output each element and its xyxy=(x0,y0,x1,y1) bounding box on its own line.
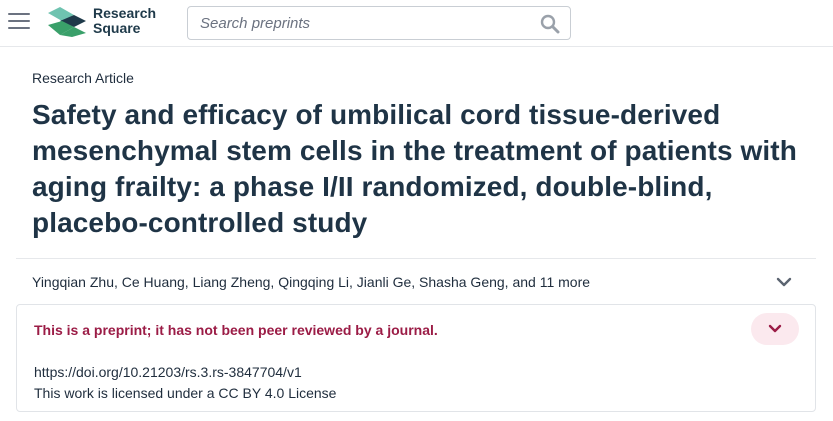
authors-bar[interactable]: Yingqian Zhu, Ce Huang, Liang Zheng, Qin… xyxy=(16,258,816,304)
chevron-down-icon xyxy=(768,324,782,333)
logo-text-line1: Research xyxy=(93,5,157,21)
logo-wordmark: Research Square xyxy=(93,6,156,36)
license-text: This work is licensed under a CC BY 4.0 … xyxy=(34,385,337,401)
logo-text-line2: Square xyxy=(93,20,141,36)
author-list: Yingqian Zhu, Ce Huang, Liang Zheng, Qin… xyxy=(32,274,591,290)
chevron-down-icon[interactable] xyxy=(774,272,794,292)
article-type-label: Research Article xyxy=(32,70,134,86)
search-box xyxy=(187,6,571,40)
top-navigation-bar: Research Square xyxy=(0,0,833,47)
article-title: Safety and efficacy of umbilical cord ti… xyxy=(32,99,797,238)
doi-link[interactable]: https://doi.org/10.21203/rs.3.rs-3847704… xyxy=(34,364,302,380)
logo-mark-icon xyxy=(48,7,86,37)
preprint-warning-text: This is a preprint; it has not been peer… xyxy=(34,322,438,338)
preprint-notice-panel: This is a preprint; it has not been peer… xyxy=(16,304,816,412)
research-square-logo[interactable]: Research Square xyxy=(48,5,168,39)
hamburger-menu-icon[interactable] xyxy=(8,10,30,32)
notice-expand-button[interactable] xyxy=(751,313,799,345)
search-icon[interactable] xyxy=(540,14,560,34)
search-input[interactable] xyxy=(200,7,530,39)
